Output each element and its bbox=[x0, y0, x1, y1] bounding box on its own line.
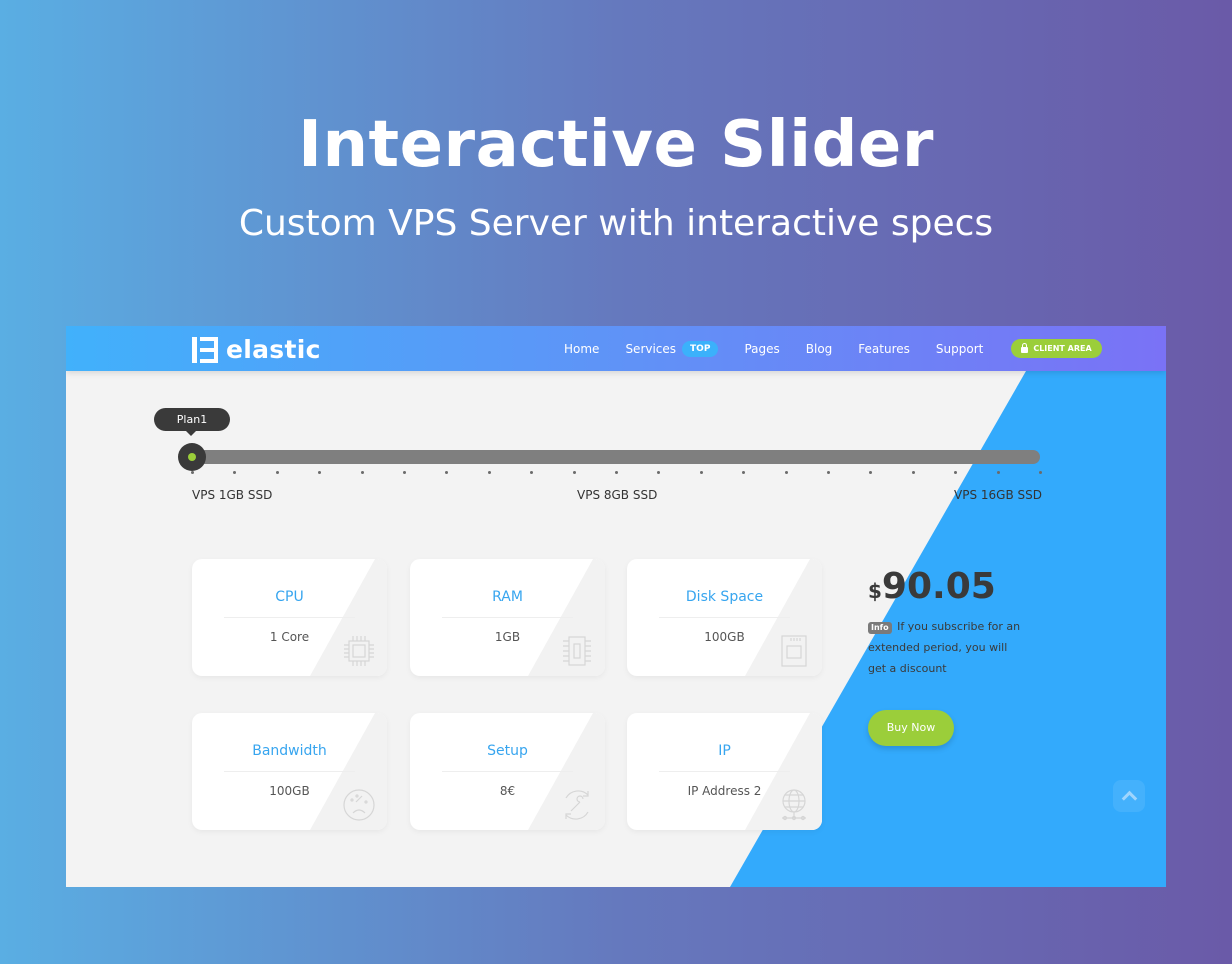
spec-card-ram: RAM 1GB bbox=[410, 559, 605, 676]
top-badge: TOP bbox=[682, 340, 719, 357]
nav-item-pages[interactable]: Pages bbox=[744, 342, 779, 356]
slider-tick bbox=[572, 471, 576, 474]
speedometer-icon bbox=[343, 789, 375, 821]
nav-item-support[interactable]: Support bbox=[936, 342, 983, 356]
wrench-refresh-icon bbox=[565, 790, 589, 820]
spec-title: IP bbox=[718, 743, 731, 759]
slider-tick bbox=[996, 471, 1000, 474]
slider-tick bbox=[275, 471, 279, 474]
slider-tooltip: Plan1 bbox=[154, 408, 230, 436]
price-amount: 90.05 bbox=[881, 566, 996, 607]
slider-tick bbox=[742, 471, 746, 474]
nav-item-blog[interactable]: Blog bbox=[806, 342, 833, 356]
hero-subtitle: Custom VPS Server with interactive specs bbox=[238, 203, 994, 244]
divider bbox=[659, 617, 790, 618]
client-area-button[interactable]: CLIENT AREA bbox=[1011, 339, 1102, 358]
sd-card-icon bbox=[781, 635, 807, 667]
slider-tick bbox=[191, 471, 194, 474]
spec-card-ip: IP IP Address 2 bbox=[627, 713, 822, 830]
spec-title: Setup bbox=[487, 743, 528, 759]
slider-tick bbox=[615, 471, 618, 474]
spec-card-bandwidth: Bandwidth 100GB bbox=[192, 713, 387, 830]
divider bbox=[442, 771, 573, 772]
slider-ticks bbox=[191, 471, 1042, 475]
spec-title: Disk Space bbox=[685, 589, 764, 605]
main-nav: Home Services TOP Pages Blog Features Su… bbox=[564, 326, 1102, 371]
slider-tick bbox=[487, 471, 491, 474]
nav-item-home[interactable]: Home bbox=[564, 342, 599, 356]
spec-title: RAM bbox=[492, 589, 523, 605]
logo-text: elastic bbox=[226, 335, 321, 364]
slider-tick bbox=[530, 471, 534, 474]
ram-module-icon bbox=[563, 636, 591, 666]
buy-now-button[interactable]: Buy Now bbox=[868, 710, 954, 746]
client-area-label: CLIENT AREA bbox=[1033, 344, 1092, 353]
spec-card-setup: Setup 8€ bbox=[410, 713, 605, 830]
nav-item-services[interactable]: Services TOP bbox=[625, 340, 719, 357]
spec-card-cpu: CPU 1 Core bbox=[192, 559, 387, 676]
divider bbox=[659, 771, 790, 772]
logo[interactable]: elastic bbox=[192, 335, 321, 364]
app-window: elastic Home Services TOP Pages Blog Fea… bbox=[66, 326, 1166, 887]
price-currency: $ bbox=[868, 579, 882, 603]
slider-label-max: VPS 16GB SSD bbox=[954, 488, 1042, 502]
slider-label-mid: VPS 8GB SSD bbox=[577, 488, 658, 502]
slider-tick bbox=[233, 471, 237, 474]
info-note: Info If you subscribe for an extended pe… bbox=[868, 616, 1028, 679]
navbar: elastic Home Services TOP Pages Blog Fea… bbox=[66, 326, 1166, 371]
price: $90.05 bbox=[868, 566, 996, 607]
slider-tick bbox=[699, 471, 703, 474]
spec-title: CPU bbox=[275, 589, 304, 605]
divider bbox=[224, 617, 355, 618]
slider-tick bbox=[657, 471, 661, 474]
slider-tick bbox=[911, 471, 915, 474]
logo-mark-icon bbox=[192, 336, 218, 363]
slider-tick bbox=[784, 471, 788, 474]
spec-card-disk-space: Disk Space 100GB bbox=[627, 559, 822, 676]
slider-tick bbox=[403, 471, 406, 474]
cpu-chip-icon bbox=[344, 636, 374, 666]
spec-title: Bandwidth bbox=[252, 743, 327, 759]
slider-track[interactable] bbox=[192, 450, 1040, 464]
nav-item-features[interactable]: Features bbox=[858, 342, 910, 356]
slider-tick bbox=[869, 471, 873, 474]
slider-label-min: VPS 1GB SSD bbox=[192, 488, 273, 502]
divider bbox=[442, 617, 573, 618]
scroll-to-top-button[interactable] bbox=[1113, 780, 1145, 812]
lock-icon bbox=[1021, 342, 1029, 353]
nav-item-services-label: Services bbox=[625, 341, 677, 356]
hero-title: Interactive Slider bbox=[298, 108, 934, 182]
slider-tick bbox=[318, 471, 322, 474]
info-badge: Info bbox=[868, 622, 892, 634]
slider-tick bbox=[445, 471, 449, 474]
slider-tick bbox=[360, 471, 364, 474]
slider-tick bbox=[827, 471, 830, 474]
slider-tick bbox=[1039, 471, 1042, 474]
slider-handle[interactable] bbox=[178, 443, 206, 471]
divider bbox=[224, 771, 355, 772]
globe-network-icon bbox=[782, 789, 806, 821]
slider-tick bbox=[954, 471, 958, 474]
